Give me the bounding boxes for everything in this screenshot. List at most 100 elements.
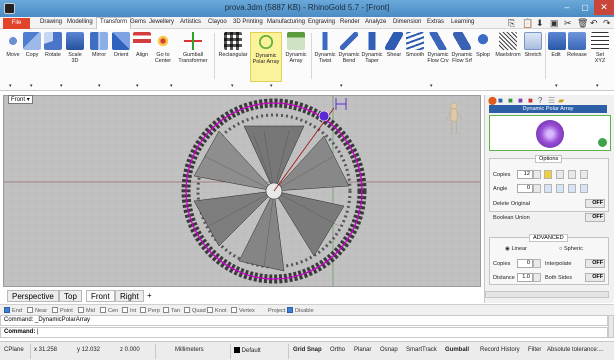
chevron-down-icon[interactable]: ▾ [136,83,139,89]
distance-stepper[interactable] [533,273,541,282]
osnap-point[interactable]: Point [52,307,73,314]
splop-button[interactable]: Splop [474,32,492,58]
copy-icon[interactable]: ⎘ [508,18,515,28]
tab-render[interactable]: Render [340,19,360,25]
chevron-down-icon[interactable]: ▾ [596,83,599,89]
rectangular-button[interactable]: Rectangular [218,32,248,58]
tab-transform[interactable]: Transform [96,17,132,29]
release-button[interactable]: Release [566,32,588,58]
osnap-int[interactable]: Int [122,307,136,314]
copy-button[interactable]: Copy [23,32,41,58]
tab-learning[interactable]: Learning [451,19,474,25]
chevron-down-icon[interactable]: ▾ [98,83,101,89]
link-icon[interactable] [544,170,552,179]
osnap-knot[interactable]: Knot [207,307,227,314]
move-button[interactable]: Move [4,32,22,58]
chevron-down-icon[interactable]: ▾ [9,83,12,89]
absolute-tolerance[interactable]: Absolute tolerance:... [547,347,603,353]
tab-jewellery[interactable]: Jewellery [149,19,174,25]
save-icon[interactable]: ▣ [550,18,559,28]
gumball-toggle[interactable]: Gumball [445,347,469,353]
front-viewport[interactable] [3,95,481,287]
tab-modelling[interactable]: Modelling [67,19,93,25]
materials-icon[interactable]: ■ [518,96,523,105]
tab-drawing[interactable]: Drawing [40,19,62,25]
distance-input[interactable]: 1.0 [517,273,533,282]
copies-stepper[interactable] [533,170,541,179]
justify-icon[interactable] [580,184,588,193]
gumball-transformer-button[interactable]: Gumball Transformer [176,32,210,64]
tab-gems[interactable]: Gems [130,19,146,25]
rotate-button[interactable]: Rotate [42,32,64,58]
osnap-end[interactable]: End [4,307,22,314]
osnap-mid[interactable]: Mid [78,307,95,314]
apply-icon[interactable] [597,137,608,148]
command-input[interactable]: Command: | [0,327,608,338]
paste-icon[interactable]: 📋 [522,18,533,28]
tab-engraving[interactable]: Engraving [308,19,335,25]
edit-button[interactable]: Edit [548,32,566,58]
panel-scrollbar[interactable] [485,291,609,298]
chevron-down-icon[interactable]: ▾ [170,83,173,89]
align-button[interactable]: Align [133,32,151,58]
tab-analyze[interactable]: Analyze [365,19,386,25]
align-right-icon[interactable] [568,184,576,193]
chevron-down-icon[interactable]: ▾ [60,83,63,89]
osnap-quad[interactable]: Quad [184,307,206,314]
download-icon[interactable]: ⬇ [536,18,544,28]
model-canvas[interactable] [4,96,481,287]
tab-front[interactable]: Front [86,290,115,302]
command-scrollbar[interactable] [608,315,614,338]
osnap-cen[interactable]: Cen [100,307,118,314]
tab-dimension[interactable]: Dimension [393,19,421,25]
chevron-down-icon[interactable]: ▾ [555,83,558,89]
osnap-project[interactable]: Project Disable [268,307,314,314]
filter-toggle[interactable]: Filter [528,347,541,353]
tab-top[interactable]: Top [59,290,82,302]
scale-3d-button[interactable]: Scale 3D [66,32,84,64]
angle-stepper[interactable] [533,184,541,193]
dynamic-bend-button[interactable]: Dynamic Bend [338,32,360,64]
close-icon[interactable]: ✕ [594,0,614,15]
tab-artistics[interactable]: Artistics [180,19,201,25]
osnap-near[interactable]: Near [27,307,47,314]
dynamic-polar-array-button[interactable]: Dynamic Polar Array [250,32,282,82]
smarttrack-toggle[interactable]: SmartTrack [406,347,437,353]
cut-icon[interactable]: ✂ [564,18,572,28]
chevron-down-icon[interactable]: ▾ [430,83,433,89]
interpolate-toggle[interactable]: OFF [585,259,605,268]
chevron-down-icon[interactable]: ▾ [30,83,33,89]
chevron-down-icon[interactable]: ▾ [27,97,30,103]
copies-input[interactable]: 12 [517,170,533,179]
viewport-label[interactable]: Front ▾ [8,95,33,104]
tab-clayoo[interactable]: Clayoo [208,19,227,25]
dynamic-taper-button[interactable]: Dynamic Taper [361,32,383,64]
delete-icon[interactable]: 🗑 [577,18,588,28]
osnap-perp[interactable]: Perp [140,307,160,314]
layer-indicator[interactable]: Default [234,347,261,354]
redo-icon[interactable]: ↷ [603,18,611,28]
go-to-center-button[interactable]: Go to Center [152,32,174,64]
boolean-union-toggle[interactable]: OFF [585,213,605,222]
undo-icon[interactable]: ↶ [590,18,598,28]
grid-snap-toggle[interactable]: Grid Snap [293,347,322,353]
smooth-button[interactable]: Smooth [405,32,425,58]
osnap-vertex[interactable]: Vertex [231,307,255,314]
file-tab[interactable]: File [3,18,30,29]
tab-right[interactable]: Right [115,290,144,302]
units-label[interactable]: Millimeters [175,347,204,353]
folder-icon[interactable]: ▰ [558,96,564,105]
record-history-toggle[interactable]: Record History [480,347,520,353]
tab-perspective[interactable]: Perspective [7,290,59,302]
tab-manufacturing[interactable]: Manufacturing [267,19,305,25]
align-center-icon[interactable] [556,184,564,193]
ortho-toggle[interactable]: Ortho [330,347,345,353]
both-sides-toggle[interactable]: OFF [585,273,605,282]
spheric-radio[interactable]: ○ Spheric [559,246,583,252]
orient-button[interactable]: Orient [111,32,131,58]
dynamic-array-button[interactable]: Dynamic Array [284,32,308,64]
osnap-toggle[interactable]: Osnap [380,347,398,353]
add-view-icon[interactable]: + [143,290,156,302]
mirror-button[interactable]: Mirror [89,32,109,58]
align-icon[interactable] [556,170,564,179]
